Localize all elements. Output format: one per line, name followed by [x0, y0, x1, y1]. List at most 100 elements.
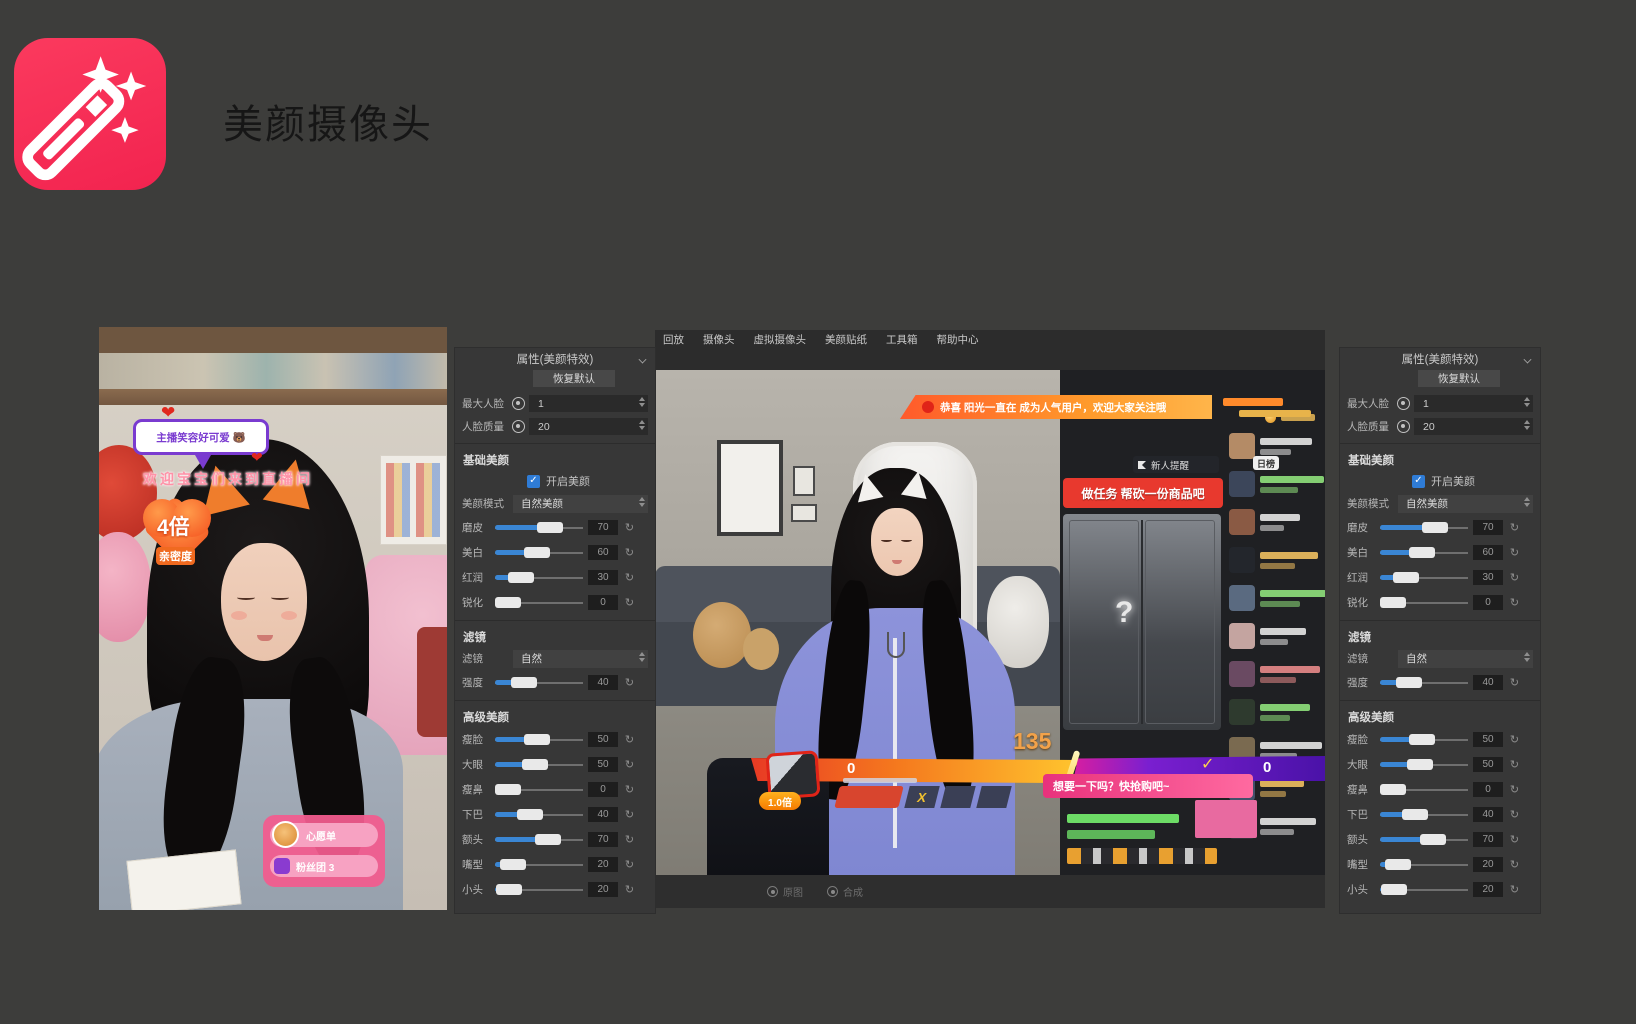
- slider-handle[interactable]: [1380, 597, 1406, 608]
- slider-track[interactable]: [495, 784, 583, 796]
- number-input[interactable]: 1: [1414, 395, 1533, 412]
- slider-track[interactable]: [495, 597, 583, 609]
- slider-track[interactable]: [1380, 572, 1468, 584]
- slider-handle[interactable]: [1420, 834, 1446, 845]
- slider-reset-icon[interactable]: ↻: [1508, 758, 1521, 771]
- stepper-icon[interactable]: [1524, 497, 1530, 507]
- slider-handle[interactable]: [1409, 547, 1435, 558]
- dropdown-select[interactable]: 自然: [1398, 650, 1533, 668]
- slider-handle[interactable]: [508, 572, 534, 583]
- slider-reset-icon[interactable]: ↻: [1508, 783, 1521, 796]
- slider-handle[interactable]: [535, 834, 561, 845]
- fan-card[interactable]: 心愿单 粉丝团 3: [263, 815, 385, 887]
- slider-track[interactable]: [495, 734, 583, 746]
- collapse-chevron-icon[interactable]: [1524, 356, 1532, 364]
- slider-handle[interactable]: [1396, 677, 1422, 688]
- slider-handle[interactable]: [1385, 859, 1411, 870]
- slider-handle[interactable]: [496, 884, 522, 895]
- reset-defaults-button[interactable]: 恢复默认: [1418, 370, 1500, 387]
- composite-toggle[interactable]: 合成: [827, 884, 863, 899]
- slider-track[interactable]: [1380, 884, 1468, 896]
- menu-item-3[interactable]: 美颜贴纸: [825, 332, 867, 347]
- slider-track[interactable]: [1380, 859, 1468, 871]
- dropdown-select[interactable]: 自然: [513, 650, 648, 668]
- slider-handle[interactable]: [1381, 884, 1407, 895]
- slider-track[interactable]: [1380, 597, 1468, 609]
- slider-handle[interactable]: [537, 522, 563, 533]
- slider-handle[interactable]: [1422, 522, 1448, 533]
- slider-reset-icon[interactable]: ↻: [623, 783, 636, 796]
- slider-track[interactable]: [495, 809, 583, 821]
- slider-track[interactable]: [495, 884, 583, 896]
- stepper-icon[interactable]: [1524, 652, 1530, 662]
- checkbox-checked-icon[interactable]: ✓: [1412, 475, 1425, 488]
- menu-item-0[interactable]: 回放: [663, 332, 684, 347]
- slider-track[interactable]: [1380, 784, 1468, 796]
- slider-handle[interactable]: [1393, 572, 1419, 583]
- slider-reset-icon[interactable]: ↻: [623, 883, 636, 896]
- slider-reset-icon[interactable]: ↻: [1508, 858, 1521, 871]
- number-input[interactable]: 20: [529, 418, 648, 435]
- slider-reset-icon[interactable]: ↻: [623, 733, 636, 746]
- task-banner[interactable]: 做任务 帮砍一份商品吧: [1063, 478, 1223, 508]
- slider-track[interactable]: [495, 759, 583, 771]
- slider-reset-icon[interactable]: ↻: [623, 521, 636, 534]
- menu-item-4[interactable]: 工具箱: [886, 332, 918, 347]
- slider-reset-icon[interactable]: ↻: [1508, 808, 1521, 821]
- slider-reset-icon[interactable]: ↻: [1508, 546, 1521, 559]
- slider-handle[interactable]: [524, 547, 550, 558]
- slider-reset-icon[interactable]: ↻: [1508, 521, 1521, 534]
- stepper-icon[interactable]: [1524, 420, 1530, 430]
- dropdown-select[interactable]: 自然美颜: [1398, 495, 1533, 513]
- slider-reset-icon[interactable]: ↻: [623, 546, 636, 559]
- slider-handle[interactable]: [1402, 809, 1428, 820]
- number-input[interactable]: 1: [529, 395, 648, 412]
- slider-handle[interactable]: [517, 809, 543, 820]
- slider-handle[interactable]: [1409, 734, 1435, 745]
- number-input[interactable]: 20: [1414, 418, 1533, 435]
- slider-track[interactable]: [1380, 809, 1468, 821]
- dropdown-select[interactable]: 自然美颜: [513, 495, 648, 513]
- slider-reset-icon[interactable]: ↻: [1508, 833, 1521, 846]
- slider-track[interactable]: [495, 547, 583, 559]
- slider-reset-icon[interactable]: ↻: [1508, 733, 1521, 746]
- slider-reset-icon[interactable]: ↻: [1508, 883, 1521, 896]
- slider-reset-icon[interactable]: ↻: [623, 676, 636, 689]
- slider-track[interactable]: [1380, 677, 1468, 689]
- slider-handle[interactable]: [1380, 784, 1406, 795]
- slider-handle[interactable]: [495, 597, 521, 608]
- slider-track[interactable]: [495, 859, 583, 871]
- reset-defaults-button[interactable]: 恢复默认: [533, 370, 615, 387]
- menu-item-5[interactable]: 帮助中心: [937, 332, 979, 347]
- checkbox-checked-icon[interactable]: ✓: [527, 475, 540, 488]
- slider-track[interactable]: [495, 522, 583, 534]
- app-icon[interactable]: [14, 38, 166, 190]
- slider-track[interactable]: [495, 572, 583, 584]
- slider-reset-icon[interactable]: ↻: [623, 833, 636, 846]
- slider-reset-icon[interactable]: ↻: [1508, 571, 1521, 584]
- original-toggle[interactable]: 原图: [767, 884, 803, 899]
- collapse-chevron-icon[interactable]: [639, 356, 647, 364]
- slider-handle[interactable]: [1407, 759, 1433, 770]
- stepper-icon[interactable]: [1524, 397, 1530, 407]
- slider-track[interactable]: [495, 834, 583, 846]
- slider-track[interactable]: [1380, 522, 1468, 534]
- slider-handle[interactable]: [495, 784, 521, 795]
- slider-reset-icon[interactable]: ↻: [1508, 676, 1521, 689]
- menu-item-1[interactable]: 摄像头: [703, 332, 735, 347]
- slider-reset-icon[interactable]: ↻: [623, 808, 636, 821]
- slider-reset-icon[interactable]: ↻: [623, 858, 636, 871]
- slider-reset-icon[interactable]: ↻: [623, 758, 636, 771]
- stepper-icon[interactable]: [639, 397, 645, 407]
- stepper-icon[interactable]: [639, 420, 645, 430]
- stepper-icon[interactable]: [639, 652, 645, 662]
- slider-handle[interactable]: [511, 677, 537, 688]
- slider-handle[interactable]: [522, 759, 548, 770]
- slider-track[interactable]: [1380, 734, 1468, 746]
- slider-track[interactable]: [495, 677, 583, 689]
- slider-reset-icon[interactable]: ↻: [623, 596, 636, 609]
- slider-handle[interactable]: [500, 859, 526, 870]
- slider-handle[interactable]: [524, 734, 550, 745]
- slider-reset-icon[interactable]: ↻: [1508, 596, 1521, 609]
- slider-reset-icon[interactable]: ↻: [623, 571, 636, 584]
